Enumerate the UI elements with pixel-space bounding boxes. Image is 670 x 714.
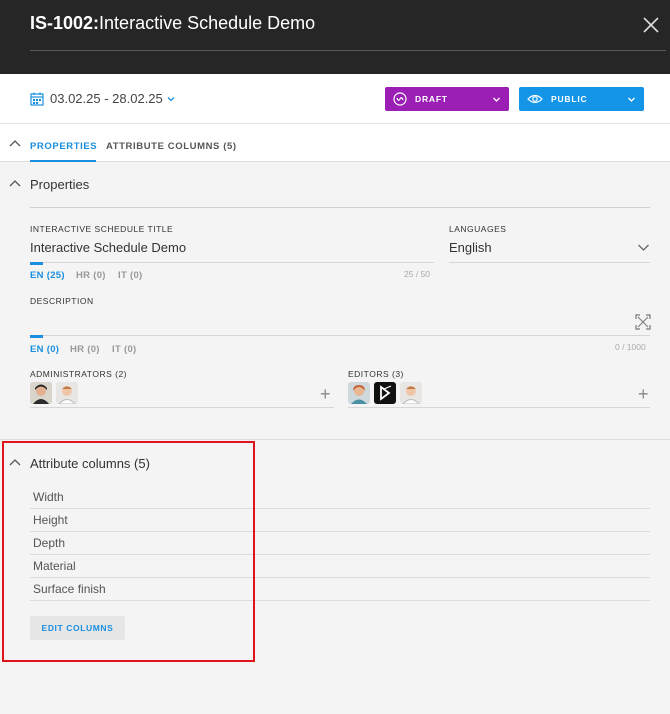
- section-separator: [0, 439, 670, 440]
- title-lang-active-bar: [30, 262, 43, 265]
- section-divider: [30, 207, 650, 208]
- chevron-down-icon: [167, 96, 175, 101]
- description-lang-tab-en[interactable]: EN (0): [30, 344, 59, 355]
- tab-properties[interactable]: PROPERTIES: [30, 141, 97, 152]
- title-field-label: INTERACTIVE SCHEDULE TITLE: [30, 224, 174, 234]
- tab-attribute-columns[interactable]: ATTRIBUTE COLUMNS (5): [106, 141, 237, 152]
- chevron-down-icon: [493, 97, 500, 102]
- languages-label: LANGUAGES: [449, 224, 507, 234]
- eye-icon: [527, 94, 543, 104]
- description-lang-tab-it[interactable]: IT (0): [112, 344, 137, 355]
- add-administrator-button[interactable]: +: [320, 385, 331, 403]
- chevron-down-icon: [628, 97, 635, 102]
- status-dropdown[interactable]: DRAFT: [385, 87, 509, 111]
- active-tab-indicator: [30, 160, 96, 162]
- administrators-label: ADMINISTRATORS (2): [30, 369, 127, 379]
- status-label: DRAFT: [415, 94, 448, 104]
- description-label: DESCRIPTION: [30, 296, 94, 306]
- title-lang-tab-it[interactable]: IT (0): [118, 270, 143, 281]
- visibility-label: PUBLIC: [551, 94, 588, 104]
- calendar-icon: [30, 92, 44, 106]
- administrators-underline: [30, 407, 334, 408]
- properties-section-title: Properties: [30, 177, 90, 192]
- expand-icon[interactable]: [635, 314, 651, 330]
- collapse-caret-icon[interactable]: [9, 139, 21, 147]
- schedule-name: Interactive Schedule Demo: [99, 13, 316, 33]
- tab-bar: PROPERTIES ATTRIBUTE COLUMNS (5): [0, 124, 670, 162]
- avatar[interactable]: [56, 382, 78, 404]
- status-circle-icon: [393, 92, 407, 106]
- add-editor-button[interactable]: +: [638, 385, 649, 403]
- avatar[interactable]: [348, 382, 370, 404]
- title-char-counter: 25 / 50: [404, 269, 430, 279]
- description-input[interactable]: [30, 312, 620, 330]
- highlight-box: [2, 441, 255, 662]
- close-icon[interactable]: [640, 14, 662, 36]
- avatar[interactable]: [400, 382, 422, 404]
- avatar[interactable]: [30, 382, 52, 404]
- title-lang-tab-en[interactable]: EN (25): [30, 270, 65, 281]
- editors-label: EDITORS (3): [348, 369, 404, 379]
- description-lang-active-bar: [30, 335, 43, 338]
- title-lang-tab-hr[interactable]: HR (0): [76, 270, 106, 281]
- description-underline: [30, 335, 650, 336]
- dialog-header: IS-1002:Interactive Schedule Demo: [0, 0, 670, 74]
- title-field-underline: [30, 262, 434, 263]
- date-range-value: 03.02.25 - 28.02.25: [50, 91, 163, 106]
- avatar[interactable]: [374, 382, 396, 404]
- editors-underline: [348, 407, 650, 408]
- dialog-title: IS-1002:Interactive Schedule Demo: [30, 13, 315, 34]
- header-divider: [30, 50, 666, 51]
- collapse-properties-icon[interactable]: [9, 179, 21, 187]
- languages-select[interactable]: English: [449, 240, 492, 255]
- toolbar: 03.02.25 - 28.02.25 DRAFT PUBLIC: [0, 74, 670, 124]
- languages-underline: [449, 262, 650, 263]
- description-char-counter: 0 / 1000: [615, 342, 646, 352]
- chevron-down-icon[interactable]: [637, 243, 650, 252]
- title-field-input[interactable]: Interactive Schedule Demo: [30, 240, 186, 255]
- schedule-code: IS-1002:: [30, 13, 100, 33]
- visibility-dropdown[interactable]: PUBLIC: [519, 87, 644, 111]
- date-range-picker[interactable]: 03.02.25 - 28.02.25: [30, 91, 175, 106]
- description-lang-tab-hr[interactable]: HR (0): [70, 344, 100, 355]
